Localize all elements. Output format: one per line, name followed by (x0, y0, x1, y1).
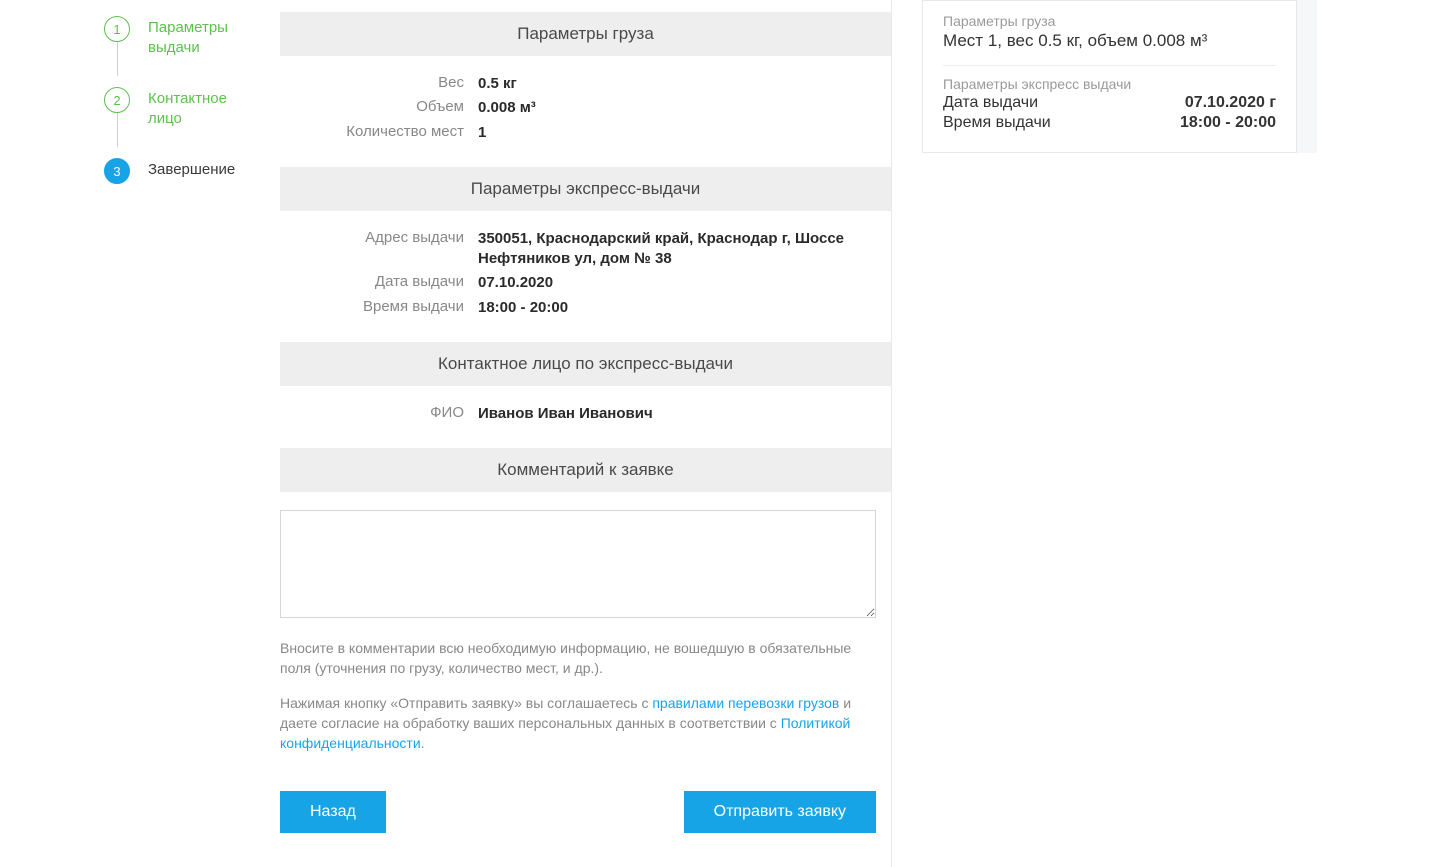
value-weight: 0.5 кг (478, 74, 517, 94)
step-label: Контактное лицо (148, 87, 227, 128)
section-title-cargo: Параметры груза (280, 12, 891, 56)
label-date: Дата выдачи (280, 273, 478, 293)
row-time: Время выдачи 18:00 - 20:00 (280, 298, 891, 318)
comment-block: Комментарий к заявке Вносите в комментар… (280, 448, 891, 843)
side-date-label: Дата выдачи (943, 94, 1038, 112)
rules-link[interactable]: правилами перевозки грузов (652, 695, 839, 711)
stepper: 1 Параметры выдачи 2 Контактное лицо 3 З… (0, 0, 280, 190)
value-fio: Иванов Иван Иванович (478, 404, 653, 424)
side-time-value: 18:00 - 20:00 (1180, 114, 1276, 132)
summary-sidebar: Параметры груза Мест 1, вес 0.5 кг, объе… (922, 0, 1317, 153)
value-date: 07.10.2020 (478, 273, 553, 293)
hint-text: . (421, 735, 425, 751)
cargo-params-block: Параметры груза Вес 0.5 кг Объем 0.008 м… (280, 12, 891, 143)
button-row: Назад Отправить заявку (280, 791, 876, 843)
side-cargo-value: Мест 1, вес 0.5 кг, объем 0.008 м³ (943, 31, 1276, 51)
contact-block: Контактное лицо по экспресс-выдачи ФИО И… (280, 342, 891, 424)
step-number: 1 (104, 16, 130, 42)
step-params[interactable]: 1 Параметры выдачи (104, 16, 280, 87)
row-weight: Вес 0.5 кг (280, 74, 891, 94)
row-fio: ФИО Иванов Иван Иванович (280, 404, 891, 424)
section-title-contact: Контактное лицо по экспресс-выдачи (280, 342, 891, 386)
value-time: 18:00 - 20:00 (478, 298, 568, 318)
label-volume: Объем (280, 98, 478, 118)
label-address: Адрес выдачи (280, 229, 478, 270)
row-count: Количество мест 1 (280, 123, 891, 143)
comment-textarea[interactable] (280, 510, 876, 618)
label-weight: Вес (280, 74, 478, 94)
step-label: Завершение (148, 158, 235, 180)
row-volume: Объем 0.008 м³ (280, 98, 891, 118)
back-button[interactable]: Назад (280, 791, 386, 833)
side-date-row: Дата выдачи 07.10.2020 г (943, 94, 1276, 112)
label-time: Время выдачи (280, 298, 478, 318)
row-address: Адрес выдачи 350051, Краснодарский край,… (280, 229, 891, 270)
hint-text: Нажимая кнопку «Отправить заявку» вы сог… (280, 695, 652, 711)
side-cargo-label: Параметры груза (943, 13, 1276, 29)
comment-hint-1: Вносите в комментарии всю необходимую ин… (280, 638, 876, 679)
side-time-row: Время выдачи 18:00 - 20:00 (943, 114, 1276, 132)
side-date-value: 07.10.2020 г (1185, 94, 1276, 112)
section-title-comment: Комментарий к заявке (280, 448, 891, 492)
value-count: 1 (478, 123, 486, 143)
value-address: 350051, Краснодарский край, Краснодар г,… (478, 229, 858, 270)
step-contact[interactable]: 2 Контактное лицо (104, 87, 280, 158)
express-params-block: Параметры экспресс-выдачи Адрес выдачи 3… (280, 167, 891, 318)
row-date: Дата выдачи 07.10.2020 (280, 273, 891, 293)
label-fio: ФИО (280, 404, 478, 424)
step-number: 3 (104, 158, 130, 184)
value-volume: 0.008 м³ (478, 98, 536, 118)
step-number: 2 (104, 87, 130, 113)
side-express-label: Параметры экспресс выдачи (943, 76, 1276, 92)
submit-button[interactable]: Отправить заявку (684, 791, 876, 833)
step-complete[interactable]: 3 Завершение (104, 158, 280, 184)
section-title-express: Параметры экспресс-выдачи (280, 167, 891, 211)
side-time-label: Время выдачи (943, 114, 1051, 132)
label-count: Количество мест (280, 123, 478, 143)
step-label: Параметры выдачи (148, 16, 228, 57)
comment-hint-2: Нажимая кнопку «Отправить заявку» вы сог… (280, 693, 876, 754)
main-content: Параметры груза Вес 0.5 кг Объем 0.008 м… (280, 0, 892, 867)
